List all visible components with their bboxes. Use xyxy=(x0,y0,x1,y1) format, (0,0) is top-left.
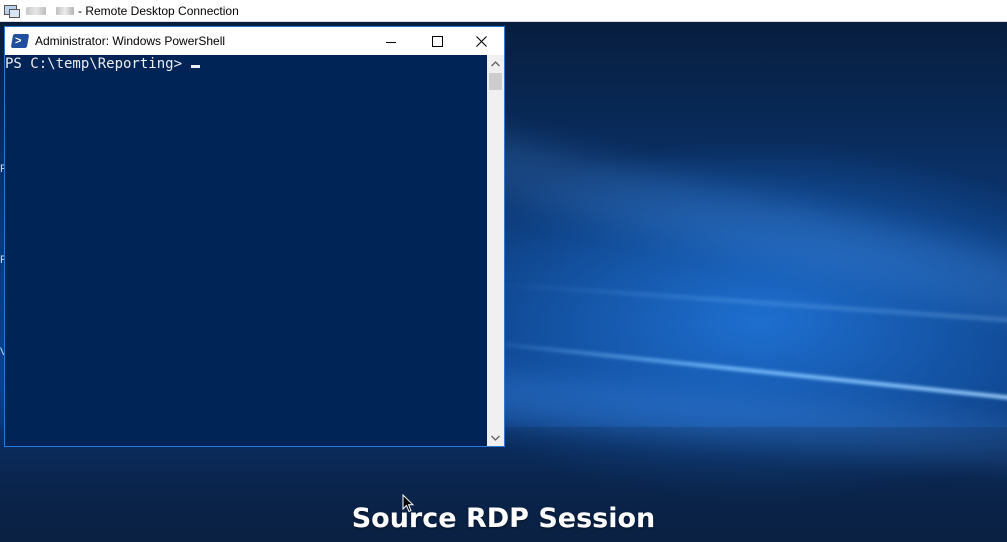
prompt-text: PS C:\temp\Reporting> xyxy=(5,56,191,72)
powershell-console[interactable]: PS C:\temp\Reporting> xyxy=(5,55,487,446)
command-prompt[interactable]: PS C:\temp\Reporting> xyxy=(5,56,201,72)
close-button[interactable] xyxy=(458,27,504,55)
chevron-down-icon xyxy=(491,435,500,441)
session-caption: Source RDP Session xyxy=(351,503,656,534)
powershell-icon[interactable]: > xyxy=(10,34,30,48)
maximize-button[interactable] xyxy=(414,27,460,55)
rdp-window-title: - Remote Desktop Connection xyxy=(78,3,239,18)
rdp-titlebar: - Remote Desktop Connection xyxy=(0,0,1007,22)
redacted-hostname xyxy=(56,6,74,15)
powershell-titlebar[interactable]: > Administrator: Windows PowerShell xyxy=(5,27,504,55)
scroll-thumb[interactable] xyxy=(489,73,502,90)
chevron-up-icon xyxy=(491,60,500,66)
vertical-scrollbar[interactable] xyxy=(487,55,504,446)
close-icon xyxy=(475,35,487,47)
minimize-button[interactable] xyxy=(368,27,414,55)
powershell-window-title: Administrator: Windows PowerShell xyxy=(35,34,226,48)
scroll-down-button[interactable] xyxy=(487,429,504,446)
powershell-window[interactable]: > Administrator: Windows PowerShell PS C… xyxy=(4,26,505,447)
remote-desktop-icon xyxy=(4,4,20,18)
redacted-hostname xyxy=(26,6,46,15)
minimize-icon xyxy=(386,41,396,43)
maximize-icon xyxy=(431,35,443,47)
text-cursor xyxy=(191,65,201,68)
scroll-up-button[interactable] xyxy=(487,55,504,72)
